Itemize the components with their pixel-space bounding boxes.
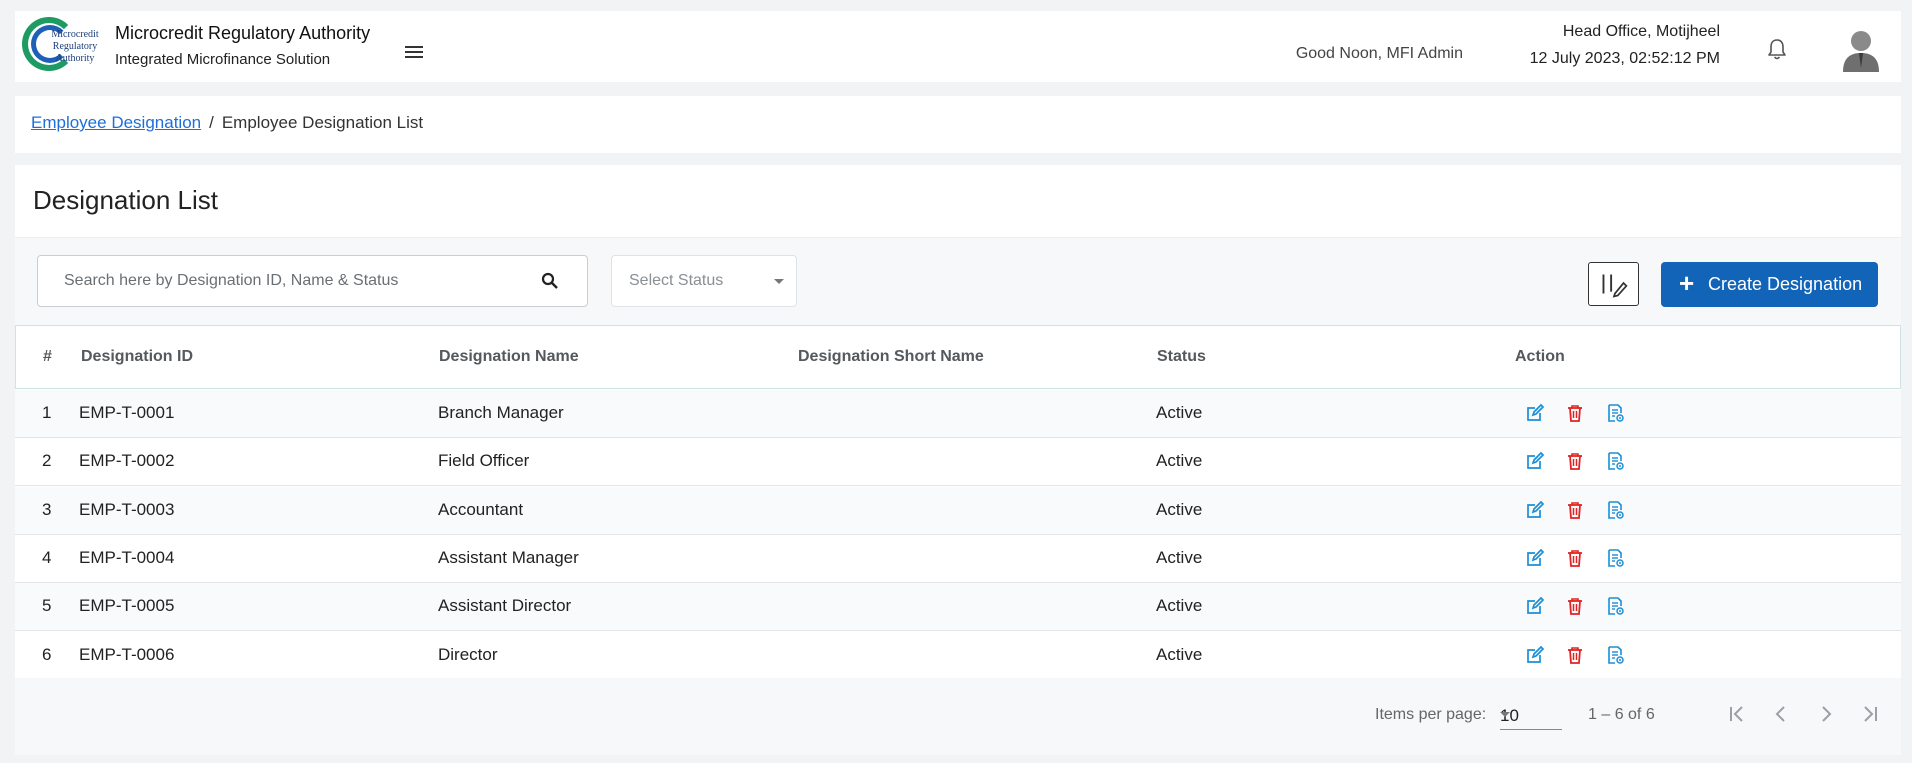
first-page-icon[interactable] [1725, 702, 1749, 726]
current-datetime: 12 July 2023, 02:52:12 PM [1529, 50, 1720, 67]
mra-logo: Microcredit Regulatory Authority [22, 17, 103, 76]
table-row: 6 EMP-T-0006 Director Active [15, 631, 1901, 680]
cell-status: Active [1156, 547, 1203, 567]
edit-icon[interactable] [1525, 403, 1545, 423]
cell-designation-name: Branch Manager [438, 403, 564, 422]
view-details-icon[interactable] [1605, 451, 1625, 471]
table-row: 3 EMP-T-0003 Accountant Active [15, 486, 1901, 535]
status-select[interactable]: Select Status [611, 255, 797, 307]
org-title: Microcredit Regulatory Authority [115, 23, 371, 43]
logo-text: Microcredit Regulatory Authority [51, 29, 99, 64]
plus-icon: + [1679, 268, 1695, 298]
edit-icon[interactable] [1525, 451, 1545, 471]
user-avatar[interactable] [1840, 28, 1882, 72]
chevron-down-icon [1500, 712, 1510, 717]
cell-designation-name: Director [438, 644, 498, 664]
chevron-down-icon [774, 279, 784, 284]
view-details-icon[interactable] [1605, 645, 1625, 665]
cell-no: 5 [42, 596, 52, 616]
header-designation-short-name[interactable]: Designation Short Name [798, 348, 984, 366]
delete-icon[interactable] [1565, 403, 1585, 423]
breadcrumb-current: Employee Designation List [221, 113, 424, 132]
edit-icon[interactable] [1525, 645, 1545, 665]
delete-icon[interactable] [1565, 596, 1585, 616]
table-row: 5 EMP-T-0005 Assistant Director Active [15, 583, 1901, 632]
create-designation-button[interactable]: + Create Designation [1661, 262, 1878, 307]
previous-page-icon[interactable] [1769, 702, 1793, 726]
next-page-icon[interactable] [1814, 702, 1838, 726]
cell-status: Active [1156, 451, 1203, 471]
header-status[interactable]: Status [1157, 348, 1206, 366]
delete-icon[interactable] [1565, 645, 1585, 665]
delete-icon[interactable] [1565, 500, 1585, 520]
items-per-page-select[interactable]: 10 [1500, 700, 1562, 730]
header-action: Action [1515, 348, 1565, 365]
cell-no: 3 [42, 499, 52, 519]
breadcrumb-link-employee-designation[interactable]: Employee Designation [31, 113, 201, 132]
cell-designation-id: EMP-T-0004 [79, 547, 175, 567]
cell-no: 6 [42, 644, 52, 664]
cell-status: Active [1156, 644, 1203, 664]
column-edit-button[interactable] [1588, 262, 1639, 306]
cell-designation-id: EMP-T-0001 [79, 403, 175, 422]
view-details-icon[interactable] [1605, 596, 1625, 616]
view-details-icon[interactable] [1605, 403, 1625, 423]
pagination: Items per page: 10 1 – 6 of 6 [15, 678, 1901, 755]
cell-designation-name: Field Officer [438, 451, 530, 471]
create-designation-label: Create Designation [1708, 274, 1863, 294]
cell-no: 2 [42, 451, 52, 471]
edit-icon[interactable] [1525, 500, 1545, 520]
cell-status: Active [1156, 499, 1203, 519]
top-header: Microcredit Regulatory Authority Microcr… [15, 11, 1901, 82]
edit-icon[interactable] [1525, 596, 1545, 616]
search-placeholder: Search here by Designation ID, Name & St… [64, 272, 399, 289]
cell-designation-id: EMP-T-0005 [79, 596, 175, 616]
cell-designation-id: EMP-T-0006 [79, 644, 175, 664]
items-per-page-label: Items per page: [1375, 706, 1487, 723]
org-subtitle: Integrated Microfinance Solution [115, 51, 331, 68]
office-name: Head Office, Motijheel [1562, 23, 1720, 40]
status-select-value: Select Status [629, 272, 724, 289]
search-icon[interactable] [541, 272, 559, 290]
cell-no: 4 [42, 547, 52, 567]
table-row: 4 EMP-T-0004 Assistant Manager Active [15, 534, 1901, 583]
header-designation-id[interactable]: Designation ID [81, 348, 193, 366]
table-row: 1 EMP-T-0001 Branch Manager Active [15, 390, 1901, 438]
hamburger-menu-icon[interactable] [405, 46, 423, 61]
search-input[interactable]: Search here by Designation ID, Name & St… [37, 255, 588, 307]
edit-icon[interactable] [1525, 548, 1545, 568]
pagination-range: 1 – 6 of 6 [1588, 706, 1655, 723]
breadcrumb-separator: / [209, 113, 214, 132]
user-greeting: Good Noon, MFI Admin [1295, 45, 1463, 62]
cell-designation-name: Assistant Manager [438, 547, 579, 567]
header-no: # [43, 348, 52, 365]
view-details-icon[interactable] [1605, 500, 1625, 520]
cell-designation-name: Assistant Director [438, 596, 572, 616]
delete-icon[interactable] [1565, 451, 1585, 471]
table-header: # Designation ID Designation Name Design… [15, 325, 1901, 389]
cell-designation-name: Accountant [438, 499, 524, 519]
cell-no: 1 [42, 403, 52, 422]
cell-designation-id: EMP-T-0002 [79, 451, 175, 471]
delete-icon[interactable] [1565, 548, 1585, 568]
bell-icon[interactable] [1765, 37, 1789, 63]
cell-designation-id: EMP-T-0003 [79, 499, 175, 519]
header-designation-name[interactable]: Designation Name [439, 348, 579, 366]
last-page-icon[interactable] [1858, 702, 1882, 726]
breadcrumb: Employee Designation / Employee Designatio… [31, 113, 423, 133]
page-title: Designation List [33, 185, 218, 215]
table-row: 2 EMP-T-0002 Field Officer Active [15, 438, 1901, 487]
breadcrumb-bar: Employee Designation / Employee Designatio… [15, 96, 1901, 153]
cell-status: Active [1156, 596, 1203, 616]
view-details-icon[interactable] [1605, 548, 1625, 568]
cell-status: Active [1156, 403, 1203, 422]
